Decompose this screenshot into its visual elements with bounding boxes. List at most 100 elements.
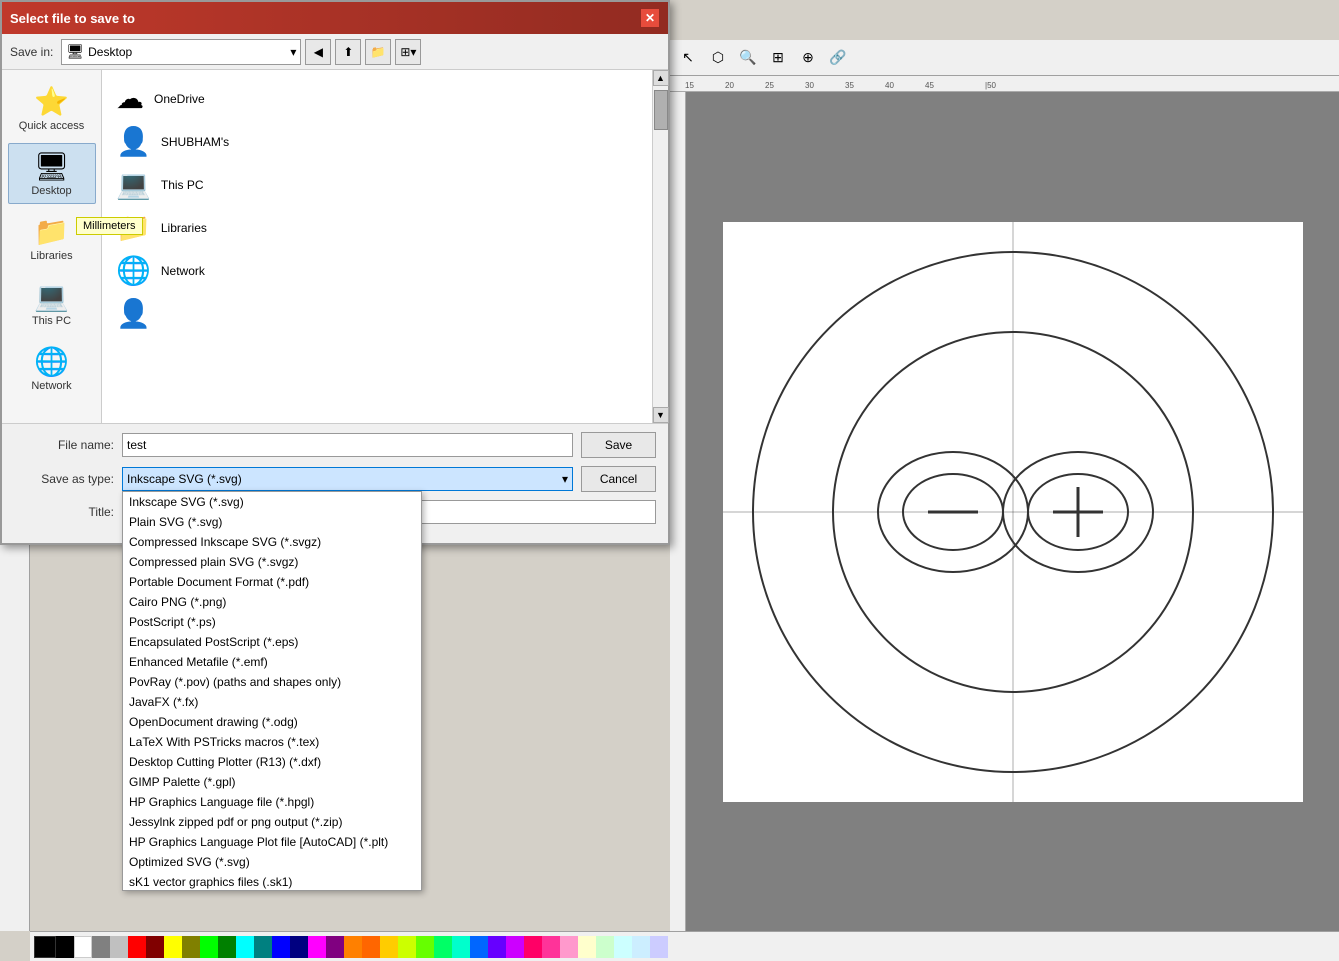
type-option-pdf[interactable]: Portable Document Format (*.pdf) — [123, 572, 421, 592]
type-option-compressed-inkscape[interactable]: Compressed Inkscape SVG (*.svgz) — [123, 532, 421, 552]
palette-swatch[interactable] — [434, 936, 452, 958]
cancel-button[interactable]: Cancel — [581, 466, 656, 492]
palette-swatch[interactable] — [560, 936, 578, 958]
type-option-inkscape-svg[interactable]: Inkscape SVG (*.svg) — [123, 492, 421, 512]
palette-swatch[interactable] — [362, 936, 380, 958]
palette-swatch[interactable] — [128, 936, 146, 958]
scroll-down[interactable]: ▼ — [653, 407, 669, 423]
select-tool-btn[interactable]: ↖ — [674, 44, 702, 72]
type-option-hpgl[interactable]: HP Graphics Language file (*.hpgl) — [123, 792, 421, 812]
color-none[interactable]: ✕ — [34, 936, 56, 958]
nav-label-libraries: Libraries — [30, 250, 72, 262]
palette-swatch[interactable] — [200, 936, 218, 958]
transform-btn[interactable]: ⊞ — [764, 44, 792, 72]
close-button[interactable]: ✕ — [640, 8, 660, 28]
save-in-combo[interactable]: 🖥 Desktop ▾ — [61, 39, 301, 65]
file-name-onedrive: OneDrive — [154, 92, 205, 106]
palette-swatch[interactable] — [326, 936, 344, 958]
palette-swatch[interactable] — [74, 936, 92, 958]
thispc-icon: 💻 — [116, 168, 151, 201]
file-type-dropdown: Inkscape SVG (*.svg) Plain SVG (*.svg) C… — [122, 491, 422, 891]
type-option-tex[interactable]: LaTeX With PSTricks macros (*.tex) — [123, 732, 421, 752]
palette-swatch[interactable] — [578, 936, 596, 958]
shubham-icon: 👤 — [116, 125, 151, 158]
node-tool-btn[interactable]: ⬡ — [704, 44, 732, 72]
type-option-ps[interactable]: PostScript (*.ps) — [123, 612, 421, 632]
type-option-optimized-svg[interactable]: Optimized SVG (*.svg) — [123, 852, 421, 872]
palette-swatch[interactable] — [506, 936, 524, 958]
type-option-compressed-plain[interactable]: Compressed plain SVG (*.svgz) — [123, 552, 421, 572]
file-item-thispc[interactable]: 💻 This PC — [110, 164, 644, 205]
nav-item-network[interactable]: 🌐 Network — [8, 338, 96, 399]
file-item-more[interactable]: 👤 — [110, 293, 644, 334]
palette-swatch[interactable] — [596, 936, 614, 958]
palette-swatch[interactable] — [110, 936, 128, 958]
onedrive-icon: ☁ — [116, 82, 144, 115]
file-item-onedrive[interactable]: ☁ OneDrive — [110, 78, 644, 119]
libraries-file-icon: 📁 — [116, 211, 151, 244]
type-option-png[interactable]: Cairo PNG (*.png) — [123, 592, 421, 612]
nav-back-btn[interactable]: ◀ — [305, 39, 331, 65]
palette-swatch[interactable] — [146, 936, 164, 958]
type-option-sk1[interactable]: sK1 vector graphics files (.sk1) — [123, 872, 421, 891]
type-option-odg[interactable]: OpenDocument drawing (*.odg) — [123, 712, 421, 732]
palette-swatch[interactable] — [416, 936, 434, 958]
type-option-gpl[interactable]: GIMP Palette (*.gpl) — [123, 772, 421, 792]
scroll-thumb[interactable] — [654, 90, 668, 130]
palette-swatch[interactable] — [542, 936, 560, 958]
palette-swatch[interactable] — [308, 936, 326, 958]
nav-up-btn[interactable]: ⬆ — [335, 39, 361, 65]
palette-swatch[interactable] — [650, 936, 668, 958]
palette-swatch[interactable] — [272, 936, 290, 958]
palette-swatch[interactable] — [254, 936, 272, 958]
type-option-pov[interactable]: PovRay (*.pov) (paths and shapes only) — [123, 672, 421, 692]
file-item-shubham[interactable]: 👤 SHUBHAM's — [110, 121, 644, 162]
palette-swatch[interactable] — [236, 936, 254, 958]
palette-swatch[interactable] — [524, 936, 542, 958]
type-option-zip[interactable]: Jessylnk zipped pdf or png output (*.zip… — [123, 812, 421, 832]
svg-text:15: 15 — [685, 81, 694, 90]
view-options-btn[interactable]: ⊞▾ — [395, 39, 421, 65]
file-list-scrollbar[interactable]: ▲ ▼ — [652, 70, 668, 423]
palette-swatch[interactable] — [632, 936, 650, 958]
palette-swatch[interactable] — [164, 936, 182, 958]
type-option-eps[interactable]: Encapsulated PostScript (*.eps) — [123, 632, 421, 652]
folder-icon: 🖥 — [66, 43, 84, 60]
link-btn[interactable]: 🔗 — [824, 44, 852, 72]
type-option-emf[interactable]: Enhanced Metafile (*.emf) — [123, 652, 421, 672]
nav-item-desktop[interactable]: 🖥 Desktop — [8, 143, 96, 204]
palette-swatch[interactable] — [182, 936, 200, 958]
nav-item-this-pc[interactable]: 💻 This PC — [8, 273, 96, 334]
palette-swatch[interactable] — [452, 936, 470, 958]
save-in-label: Save in: — [10, 45, 53, 59]
this-pc-icon: 💻 — [34, 280, 69, 313]
type-option-plt[interactable]: HP Graphics Language Plot file [AutoCAD]… — [123, 832, 421, 852]
palette-swatch[interactable] — [380, 936, 398, 958]
palette-swatch[interactable] — [488, 936, 506, 958]
type-select-box[interactable]: Inkscape SVG (*.svg) ▾ — [122, 467, 573, 491]
palette-swatch[interactable] — [218, 936, 236, 958]
palette-swatch[interactable] — [398, 936, 416, 958]
nav-item-quick-access[interactable]: ⭐ Quick access — [8, 78, 96, 139]
palette-swatch[interactable] — [92, 936, 110, 958]
palette-swatch[interactable] — [56, 936, 74, 958]
palette-swatch[interactable] — [470, 936, 488, 958]
type-option-dxf[interactable]: Desktop Cutting Plotter (R13) (*.dxf) — [123, 752, 421, 772]
svg-text:40: 40 — [885, 81, 894, 90]
file-item-network[interactable]: 🌐 Network — [110, 250, 644, 291]
nav-item-libraries[interactable]: 📁 Libraries — [8, 208, 96, 269]
palette-swatch[interactable] — [614, 936, 632, 958]
nav-sidebar: ⭐ Quick access 🖥 Desktop 📁 Libraries 💻 T… — [2, 70, 102, 423]
palette-swatch[interactable] — [290, 936, 308, 958]
anchor-btn[interactable]: ⊕ — [794, 44, 822, 72]
scroll-up[interactable]: ▲ — [653, 70, 669, 86]
file-name-input[interactable] — [122, 433, 573, 457]
zoom-tool-btn[interactable]: 🔍 — [734, 44, 762, 72]
save-button[interactable]: Save — [581, 432, 656, 458]
desktop-icon: 🖥 — [34, 150, 70, 183]
file-item-libraries[interactable]: 📁 Libraries — [110, 207, 644, 248]
new-folder-btn[interactable]: 📁 — [365, 39, 391, 65]
type-option-plain-svg[interactable]: Plain SVG (*.svg) — [123, 512, 421, 532]
type-option-javafx[interactable]: JavaFX (*.fx) — [123, 692, 421, 712]
palette-swatch[interactable] — [344, 936, 362, 958]
